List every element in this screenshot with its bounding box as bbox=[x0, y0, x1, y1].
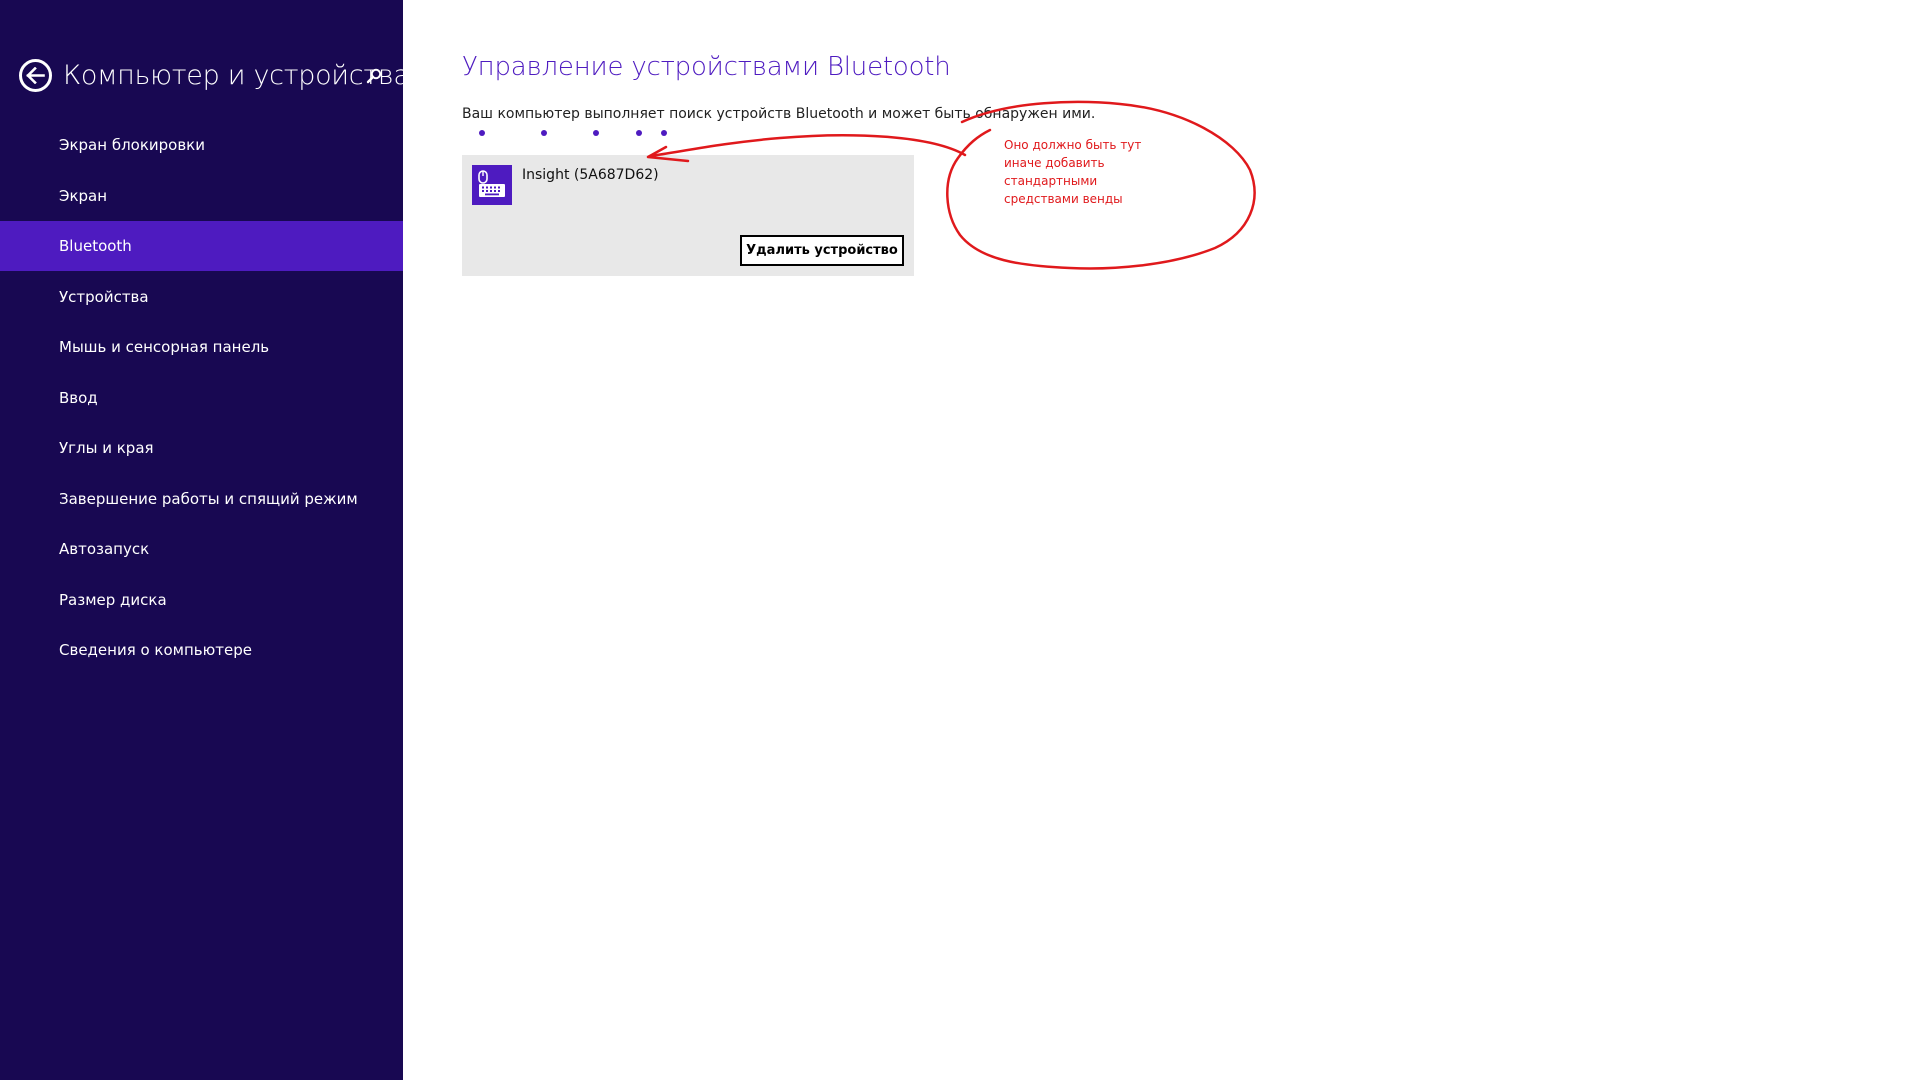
annotation-line: Оно должно быть тут bbox=[1004, 138, 1142, 152]
annotation-line: иначе добавить bbox=[1004, 156, 1105, 170]
back-arrow-icon bbox=[26, 66, 45, 84]
sidebar-item-disk-space[interactable]: Размер диска bbox=[0, 575, 403, 625]
sidebar: Компьютер и устройства Экран блокировки … bbox=[0, 0, 410, 1080]
searching-progress-indicator bbox=[403, 130, 1403, 138]
search-icon bbox=[366, 68, 382, 84]
remove-device-button[interactable]: Удалить устройство bbox=[740, 235, 904, 266]
progress-dot bbox=[541, 130, 547, 136]
sidebar-nav: Экран блокировки Экран Bluetooth Устройс… bbox=[0, 120, 403, 676]
back-button[interactable] bbox=[19, 58, 52, 92]
progress-dot bbox=[479, 130, 485, 136]
sidebar-item-autoplay[interactable]: Автозапуск bbox=[0, 524, 403, 574]
progress-dot bbox=[636, 130, 642, 136]
device-icon-tile bbox=[472, 165, 512, 205]
sidebar-item-lock-screen[interactable]: Экран блокировки bbox=[0, 120, 403, 170]
sidebar-item-mouse-touchpad[interactable]: Мышь и сенсорная панель bbox=[0, 322, 403, 372]
sidebar-item-devices[interactable]: Устройства bbox=[0, 272, 403, 322]
sidebar-item-corners-edges[interactable]: Углы и края bbox=[0, 423, 403, 473]
sidebar-item-pc-info[interactable]: Сведения о компьютере bbox=[0, 625, 403, 675]
device-name: Insight (5A687D62) bbox=[522, 167, 659, 183]
annotation-line: стандартными bbox=[1004, 174, 1098, 188]
sidebar-header: Компьютер и устройства bbox=[19, 52, 410, 98]
progress-dot bbox=[593, 130, 599, 136]
annotation-note: Оно должно быть тут иначе добавить станд… bbox=[1004, 136, 1164, 208]
sidebar-item-display[interactable]: Экран bbox=[0, 171, 403, 221]
bluetooth-device-tile[interactable]: Insight (5A687D62) Удалить устройство bbox=[462, 155, 914, 276]
sidebar-title: Компьютер и устройства bbox=[63, 59, 410, 91]
page-title: Управление устройствами Bluetooth bbox=[462, 52, 951, 82]
sidebar-item-bluetooth[interactable]: Bluetooth bbox=[0, 221, 403, 271]
sidebar-item-typing[interactable]: Ввод bbox=[0, 373, 403, 423]
progress-dot bbox=[661, 130, 667, 136]
search-button[interactable] bbox=[359, 61, 389, 91]
mouse-keyboard-icon bbox=[478, 170, 505, 197]
annotation-line: средствами венды bbox=[1004, 192, 1123, 206]
settings-screen: Компьютер и устройства Экран блокировки … bbox=[0, 0, 1920, 1080]
discovery-status-text: Ваш компьютер выполняет поиск устройств … bbox=[462, 106, 1096, 122]
sidebar-item-power-sleep[interactable]: Завершение работы и спящий режим bbox=[0, 474, 403, 524]
